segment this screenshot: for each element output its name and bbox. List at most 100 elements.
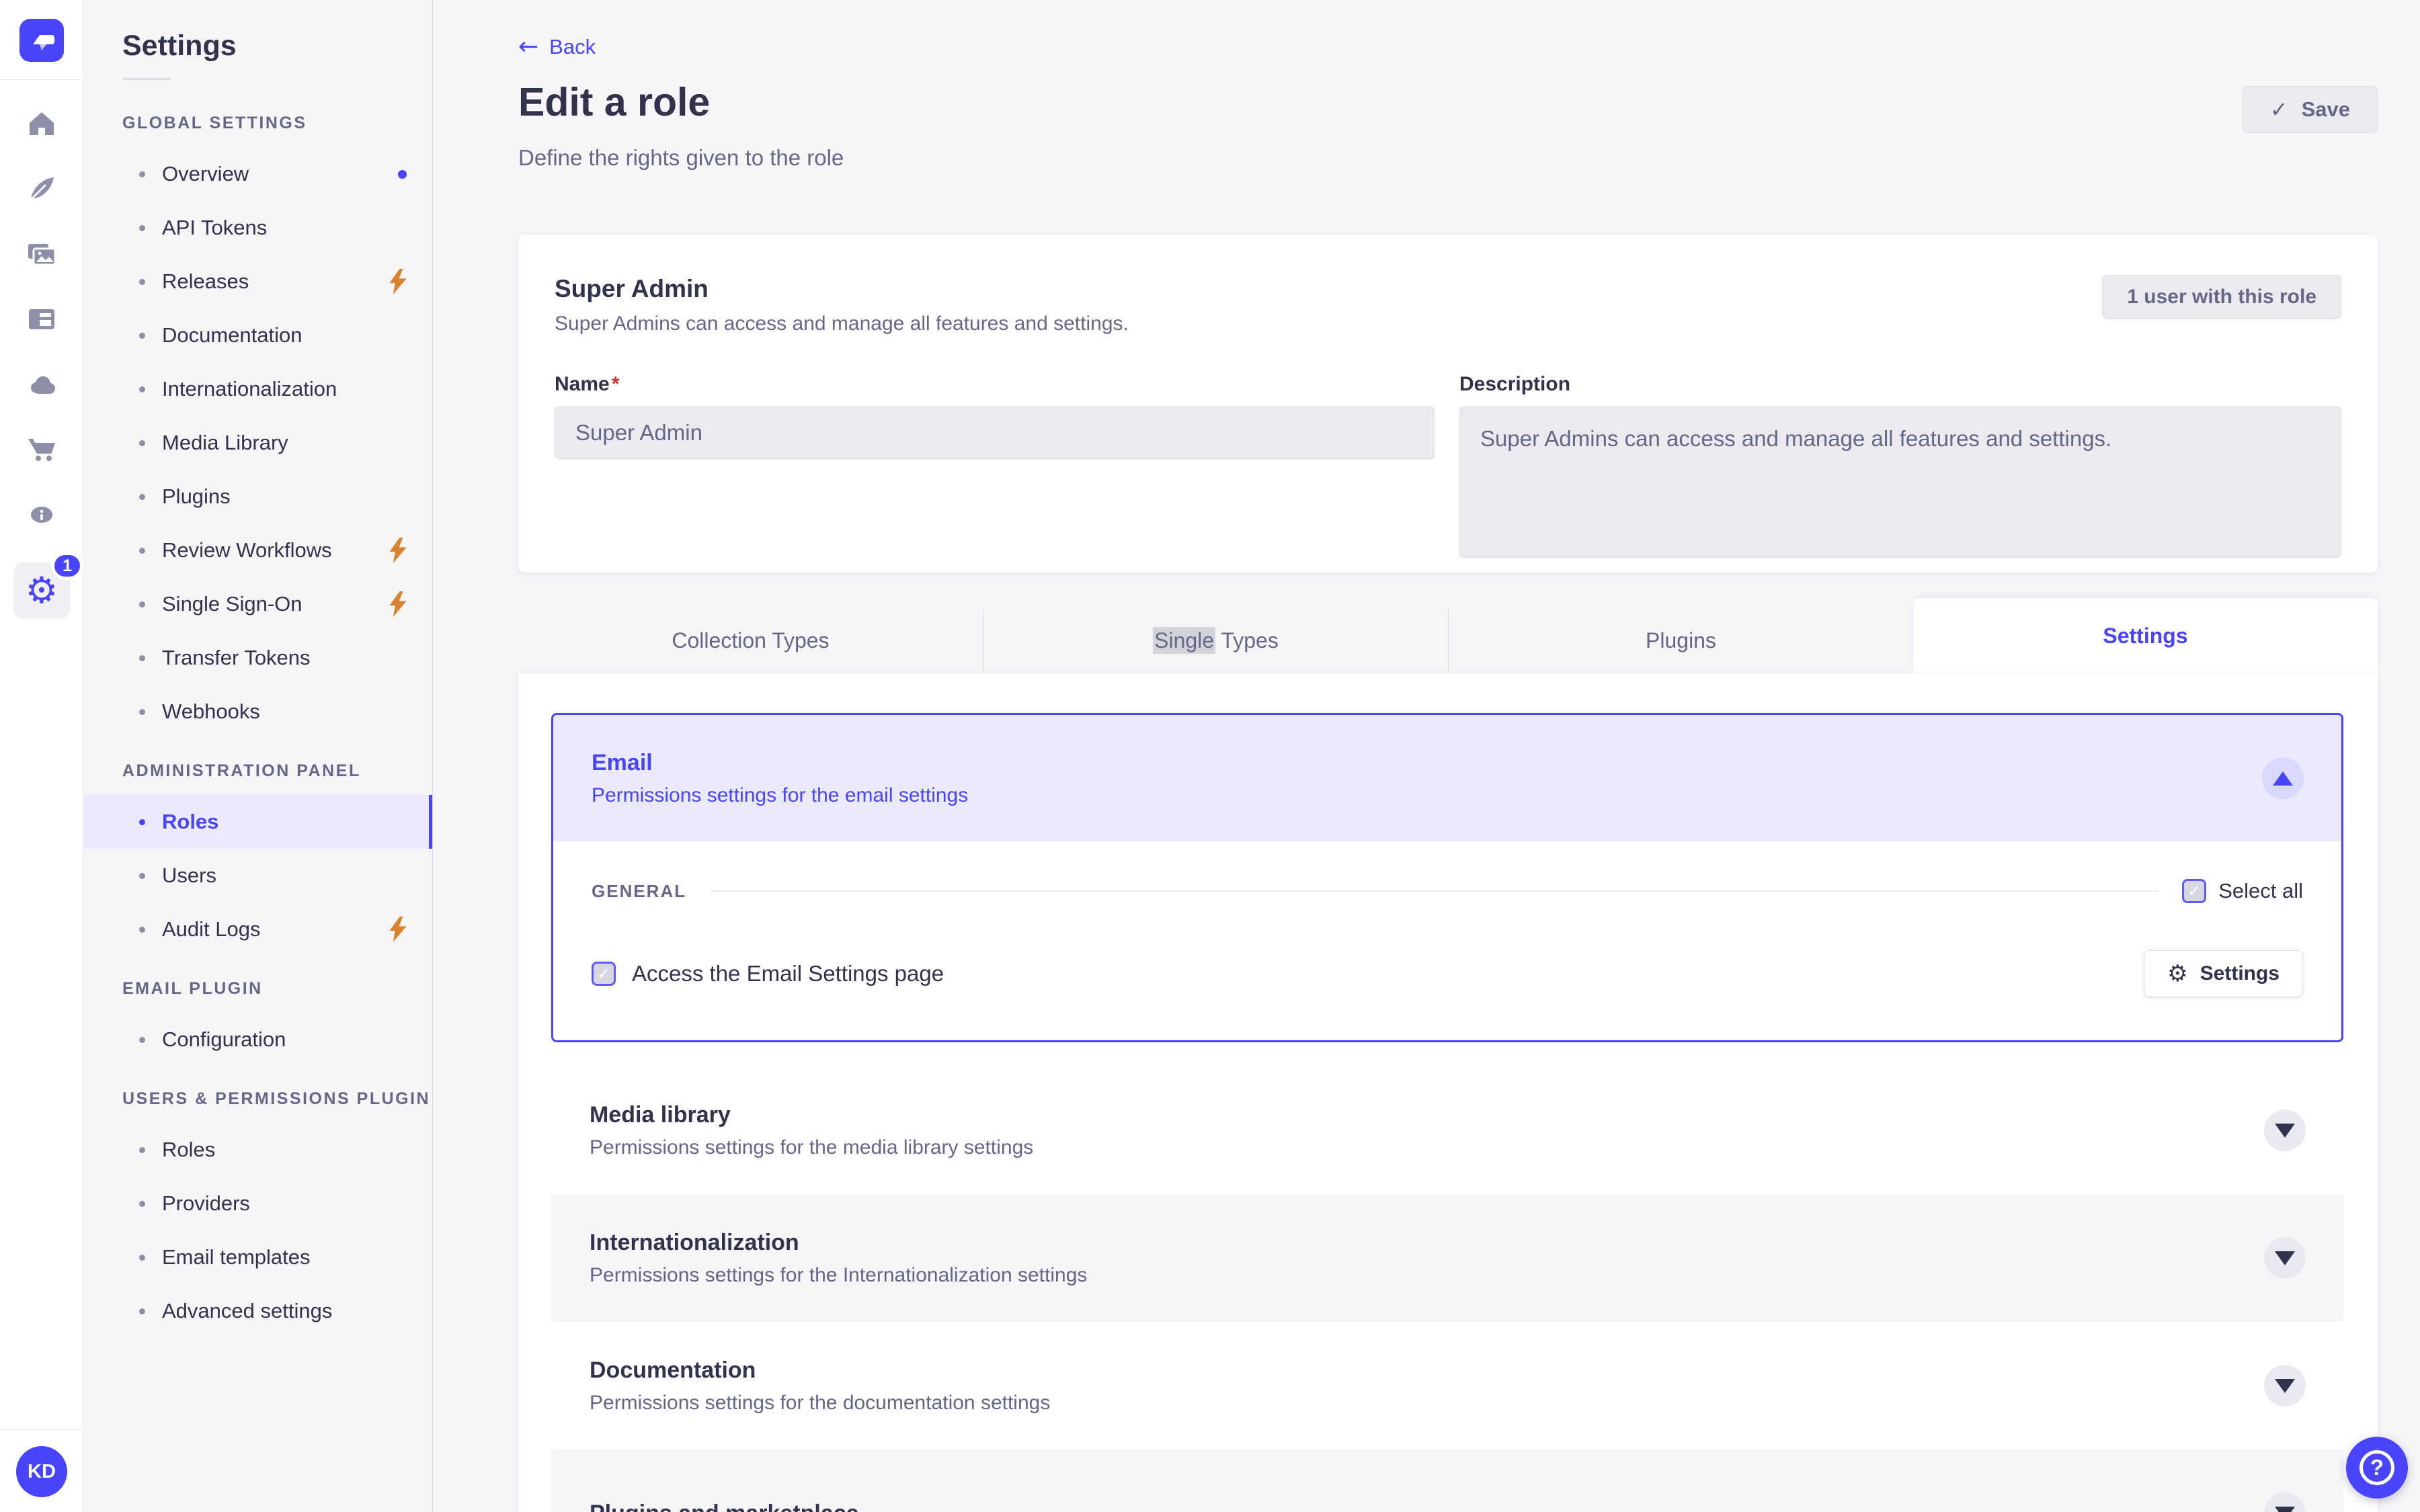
role-details-card: Super Admin Super Admins can access and … — [518, 235, 2378, 573]
save-button[interactable]: ✓ Save — [2242, 86, 2378, 133]
sidebar-item-email-templates[interactable]: Email templates — [84, 1230, 432, 1284]
settings-notification-badge: 1 — [51, 552, 83, 580]
accordion-title: Documentation — [590, 1357, 756, 1383]
sidebar-item-media-library[interactable]: Media Library — [84, 416, 432, 470]
sidebar-item-single-sign-on[interactable]: Single Sign-On — [84, 577, 432, 631]
chevron-down-icon — [2275, 1506, 2295, 1512]
sidebar-item-api-tokens[interactable]: API Tokens — [84, 201, 432, 255]
main-content: ← Back Edit a role Define the rights giv… — [433, 0, 2420, 1512]
role-name-heading: Super Admin — [555, 275, 709, 302]
name-field[interactable] — [555, 407, 1435, 459]
sidebar-item-plugins[interactable]: Plugins — [84, 470, 432, 523]
collapse-toggle-button[interactable] — [2262, 757, 2304, 799]
description-field[interactable]: Super Admins can access and manage all f… — [1459, 407, 2341, 558]
accordion-list: Media library Permissions settings for t… — [551, 1066, 2343, 1512]
accordion-internationalization[interactable]: Internationalization Permissions setting… — [551, 1194, 2343, 1322]
accordion-email-body: GENERAL ✓ Select all ✓ Access the Email … — [553, 841, 2341, 1040]
help-button[interactable]: ? — [2346, 1437, 2408, 1499]
expand-toggle-button[interactable] — [2264, 1237, 2306, 1279]
section-divider-line — [711, 890, 2159, 892]
sidebar-item-releases[interactable]: Releases — [84, 255, 432, 308]
rail-bottom-divider — [0, 1429, 83, 1430]
permission-checkbox[interactable]: ✓ — [592, 962, 616, 986]
home-icon[interactable] — [24, 106, 59, 141]
permissions-tabs: Collection Types Single Types Plugins Se… — [518, 598, 2378, 673]
media-library-icon[interactable] — [24, 237, 59, 271]
users-with-role-button[interactable]: 1 user with this role — [2102, 275, 2341, 319]
accordion-plugins-and-marketplace[interactable]: Plugins and marketplace — [551, 1450, 2343, 1512]
accordion-documentation[interactable]: Documentation Permissions settings for t… — [551, 1322, 2343, 1450]
lightning-icon — [389, 917, 407, 942]
back-label: Back — [549, 35, 596, 58]
strapi-logo[interactable] — [19, 19, 64, 62]
check-icon: ✓ — [2269, 97, 2288, 122]
required-asterisk: * — [611, 373, 620, 395]
gear-icon: ⚙ — [2167, 960, 2188, 987]
tab-settings[interactable]: Settings — [1913, 598, 2378, 673]
lightning-icon — [389, 591, 407, 617]
section-heading-email-plugin: EMAIL PLUGIN — [122, 979, 263, 998]
notification-dot — [398, 169, 407, 179]
lightning-icon — [389, 538, 407, 563]
role-summary: Super Admins can access and manage all f… — [555, 312, 1129, 335]
expand-toggle-button[interactable] — [2264, 1109, 2306, 1151]
page-title: Edit a role — [518, 80, 711, 124]
back-arrow-icon: ← — [518, 33, 539, 60]
sidebar-item-roles-up[interactable]: Roles — [84, 1123, 432, 1177]
tab-collection-types[interactable]: Collection Types — [518, 608, 983, 673]
chevron-down-icon — [2275, 1123, 2295, 1138]
accordion-email: Email Permissions settings for the email… — [551, 713, 2343, 1042]
section-heading-administration-panel: ADMINISTRATION PANEL — [122, 761, 361, 780]
accordion-title: Plugins and marketplace — [590, 1501, 859, 1512]
sidebar-item-users[interactable]: Users — [84, 849, 432, 902]
name-field-label: Name * — [555, 373, 620, 395]
expand-toggle-button[interactable] — [2264, 1493, 2306, 1512]
selected-text: Single — [1153, 627, 1216, 654]
accordion-email-header[interactable]: Email Permissions settings for the email… — [553, 715, 2341, 841]
accordion-subtitle: Permissions settings for the documentati… — [590, 1391, 1051, 1414]
chevron-up-icon — [2273, 771, 2293, 786]
settings-sidebar: Settings GLOBAL SETTINGS Overview API To… — [84, 0, 433, 1512]
settings-tab-panel: Email Permissions settings for the email… — [518, 673, 2378, 1512]
description-field-label: Description — [1459, 373, 1571, 395]
permission-settings-button[interactable]: ⚙ Settings — [2144, 950, 2303, 997]
section-heading-global-settings: GLOBAL SETTINGS — [122, 114, 307, 132]
sidebar-item-review-workflows[interactable]: Review Workflows — [84, 523, 432, 577]
sidebar-item-audit-logs[interactable]: Audit Logs — [84, 902, 432, 956]
question-mark-icon: ? — [2360, 1450, 2394, 1485]
info-icon[interactable] — [24, 497, 59, 532]
accordion-media-library[interactable]: Media library Permissions settings for t… — [551, 1066, 2343, 1194]
sidebar-item-webhooks[interactable]: Webhooks — [84, 685, 432, 739]
select-all-label: Select all — [2218, 879, 2303, 902]
select-all-checkbox[interactable]: ✓ — [2182, 879, 2207, 903]
content-type-builder-icon[interactable] — [24, 302, 59, 337]
chevron-down-icon — [2275, 1378, 2295, 1393]
tab-single-types[interactable]: Single Types — [983, 608, 1449, 673]
sidebar-item-advanced-settings[interactable]: Advanced settings — [84, 1284, 432, 1338]
sidebar-item-configuration[interactable]: Configuration — [84, 1013, 432, 1066]
expand-toggle-button[interactable] — [2264, 1365, 2306, 1406]
sidebar-item-internationalization[interactable]: Internationalization — [84, 362, 432, 416]
sidebar-item-transfer-tokens[interactable]: Transfer Tokens — [84, 631, 432, 685]
section-heading-users-permissions-plugin: USERS & PERMISSIONS PLUGIN — [122, 1089, 431, 1108]
marketplace-cart-icon[interactable] — [24, 432, 59, 467]
accordion-subtitle: Permissions settings for the Internation… — [590, 1263, 1088, 1286]
sidebar-item-documentation[interactable]: Documentation — [84, 308, 432, 362]
sidebar-item-providers[interactable]: Providers — [84, 1177, 432, 1230]
sidebar-title: Settings — [122, 30, 237, 62]
general-section-label: GENERAL — [592, 880, 687, 901]
settings-gear-icon[interactable]: ⚙ 1 — [13, 552, 83, 619]
accordion-subtitle: Permissions settings for the media libra… — [590, 1136, 1034, 1159]
page-subtitle: Define the rights given to the role — [518, 145, 844, 170]
sidebar-item-overview[interactable]: Overview — [84, 147, 432, 201]
tab-plugins[interactable]: Plugins — [1449, 608, 1913, 673]
cloud-icon[interactable] — [24, 367, 59, 402]
avatar[interactable]: KD — [16, 1446, 67, 1497]
accordion-subtitle: Permissions settings for the email setti… — [592, 784, 969, 806]
content-feather-icon[interactable] — [24, 171, 59, 206]
permission-label: Access the Email Settings page — [632, 961, 944, 986]
accordion-title: Email — [592, 749, 653, 775]
sidebar-item-roles-admin[interactable]: Roles — [84, 795, 432, 849]
back-link[interactable]: ← Back — [518, 35, 596, 59]
chevron-down-icon — [2275, 1251, 2295, 1265]
